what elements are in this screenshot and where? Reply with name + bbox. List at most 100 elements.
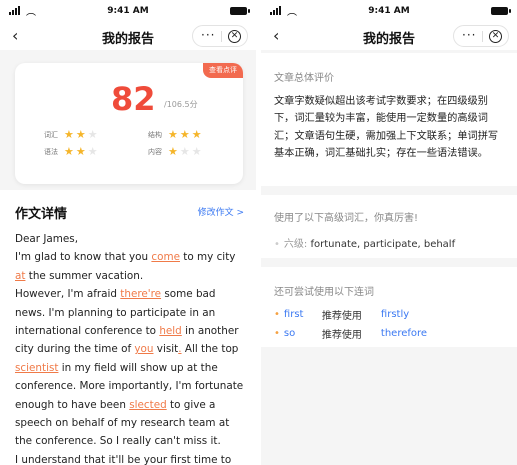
status-bar: ︵ 9:41 AM xyxy=(0,0,256,22)
error-highlight[interactable]: scientist xyxy=(15,362,58,374)
status-time: 9:41 AM xyxy=(368,6,410,16)
star-icon: ★ xyxy=(64,145,74,158)
bullet-dot: • xyxy=(274,239,280,250)
essay-line: conference. More importantly, I'm fortun… xyxy=(15,377,244,395)
rating-stars: ★ ★ ★ xyxy=(168,146,204,157)
status-bar: ︵ 9:41 AM xyxy=(261,0,517,22)
menu-capsule: ··· ✕ xyxy=(192,25,248,47)
bullet-dot: • xyxy=(274,309,280,320)
essay-text-segment: international conference to xyxy=(15,325,160,338)
essay-line: However, I'm afraid there're some bad xyxy=(15,285,244,303)
rating-label: 语法 xyxy=(44,147,58,156)
advanced-title: 使用了以下高级词汇，你真厉害! xyxy=(274,213,419,224)
essay-text-segment: to give a xyxy=(166,398,216,411)
essay-line: news. I'm planning to participate in an xyxy=(15,304,244,322)
essay-text-segment: All the top xyxy=(181,343,239,356)
rating-stars: ★ ★ ★ xyxy=(168,129,204,140)
essay-text-segment: Dear James, xyxy=(15,233,78,245)
essay-line: international conference to held in anot… xyxy=(15,322,244,340)
essay-line: enough to have been slected to give a xyxy=(15,396,244,414)
more-icon[interactable]: ··· xyxy=(462,28,476,42)
connectors-card: 还可尝试使用以下连词 • first 推荐使用 firstly • so 推荐使… xyxy=(261,267,517,347)
score-value: 82 xyxy=(111,80,156,118)
score-card: 查看点评 82 /106.5分 词汇 ★ ★ ★ 结构 ★ ★ ★ 语法 ★ ★ ★ 内容 xyxy=(15,63,243,184)
star-icon: ★ xyxy=(179,128,190,141)
section-title: 作文详情 xyxy=(15,207,68,222)
menu-capsule: ··· ✕ xyxy=(453,25,509,47)
essay-text-segment: in another xyxy=(181,325,239,338)
connector-row: • first 推荐使用 firstly xyxy=(274,307,409,322)
essay-text-segment: I understand that it'll be your first ti… xyxy=(15,453,232,465)
essay-line: city during the time of you visit. All t… xyxy=(15,340,244,358)
overall-title: 文章总体评价 xyxy=(274,73,334,84)
error-highlight[interactable]: come xyxy=(151,251,180,263)
essay-line: I understand that it'll be your first ti… xyxy=(15,451,244,465)
star-icon: ★ xyxy=(87,128,98,141)
error-highlight[interactable]: held xyxy=(159,325,181,337)
essay-text-segment: the conference. So I really can't miss i… xyxy=(15,435,221,448)
essay-text-segment: visit xyxy=(153,343,179,356)
advanced-vocab-item: • 六级: fortunate, participate, behalf xyxy=(274,235,455,250)
star-icon: ★ xyxy=(191,128,202,141)
overall-evaluation-card: 文章总体评价 文章字数疑似超出该考试字数要求；在四级级别下，词汇量较为丰富，能使… xyxy=(261,53,517,186)
error-highlight[interactable]: slected xyxy=(129,399,166,411)
report-content: 查看点评 82 /106.5分 词汇 ★ ★ ★ 结构 ★ ★ ★ 语法 ★ ★ ★ 内容 xyxy=(0,50,256,465)
star-icon: ★ xyxy=(75,128,86,141)
advanced-vocab-card: 使用了以下高级词汇，你真厉害! • 六级: fortunate, particip… xyxy=(261,195,517,258)
edit-essay-link[interactable]: 修改作文 > xyxy=(198,205,244,218)
essay-line: the conference. So I really can't miss i… xyxy=(15,432,244,450)
essay-text-segment: I'm glad to know that you xyxy=(15,251,152,264)
essay-line: I'm glad to know that you come to my cit… xyxy=(15,248,244,266)
essay-text-segment: conference. More importantly, I'm fortun… xyxy=(15,380,244,393)
error-highlight[interactable]: you xyxy=(134,343,153,355)
score-area: 查看点评 82 /106.5分 词汇 ★ ★ ★ 结构 ★ ★ ★ 语法 ★ ★ ★ 内容 xyxy=(0,50,256,190)
essay-text: Dear James, I'm glad to know that you com… xyxy=(15,230,244,465)
connector-alternative: therefore xyxy=(380,328,428,339)
essay-text-segment: some bad xyxy=(161,288,216,301)
rating-structure: 结构 ★ ★ ★ xyxy=(148,129,204,140)
essay-text-segment: enough to have been xyxy=(15,398,130,411)
rating-vocabulary: 词汇 ★ ★ ★ xyxy=(44,129,100,140)
rating-label: 词汇 xyxy=(44,130,58,139)
essay-line: at the summer vacation. xyxy=(15,267,244,285)
rating-label: 结构 xyxy=(148,130,162,139)
connector-row: • so 推荐使用 therefore xyxy=(274,326,427,341)
essay-text-segment: news. I'm planning to participate in an xyxy=(15,306,216,319)
report-screen-left: ︵ 9:41 AM ‹ 我的报告 ··· ✕ 查看点评 82 /106.5分 词… xyxy=(0,0,256,465)
essay-text-segment: speech on behalf of my research team at xyxy=(15,417,230,430)
star-icon: ★ xyxy=(87,145,98,158)
advanced-level: 六级: xyxy=(283,239,308,250)
connector-word: first xyxy=(283,309,304,320)
nav-bar: ‹ 我的报告 ··· ✕ xyxy=(0,22,256,50)
rating-stars: ★ ★ ★ xyxy=(64,129,100,140)
overall-text: 文章字数疑似超出该考试字数要求；在四级级别下，词汇量较为丰富，能使用一定数量的高… xyxy=(274,96,499,160)
nav-bar: ‹ 我的报告 ··· ✕ xyxy=(261,22,517,50)
close-icon[interactable]: ✕ xyxy=(489,30,502,43)
capsule-divider xyxy=(221,31,222,42)
status-time: 9:41 AM xyxy=(107,6,149,16)
connector-word: so xyxy=(283,328,296,339)
star-icon: ★ xyxy=(168,128,178,141)
error-highlight[interactable]: at xyxy=(15,270,25,282)
star-icon: ★ xyxy=(168,145,178,158)
error-highlight[interactable]: there're xyxy=(120,288,161,300)
score-total: /106.5分 xyxy=(164,100,198,109)
rating-grammar: 语法 ★ ★ ★ xyxy=(44,146,100,157)
close-icon[interactable]: ✕ xyxy=(228,30,241,43)
more-icon[interactable]: ··· xyxy=(201,28,215,42)
star-icon: ★ xyxy=(179,145,190,158)
connectors-title: 还可尝试使用以下连词 xyxy=(274,287,374,298)
essay-text-segment: However, I'm afraid xyxy=(15,288,121,301)
star-icon: ★ xyxy=(191,145,202,158)
essay-text-segment: in my field will show up at the xyxy=(58,361,218,374)
battery-icon xyxy=(230,7,250,15)
rating-stars: ★ ★ ★ xyxy=(64,146,100,157)
essay-text-segment: the summer vacation. xyxy=(25,269,144,282)
advanced-words: fortunate, participate, behalf xyxy=(310,239,456,250)
essay-text-segment: city during the time of xyxy=(15,343,135,356)
essay-line: Dear James, xyxy=(15,230,244,248)
view-review-button[interactable]: 查看点评 xyxy=(203,63,243,78)
rating-label: 内容 xyxy=(148,147,162,156)
connector-recommend: 推荐使用 xyxy=(321,311,362,322)
star-icon: ★ xyxy=(75,145,86,158)
